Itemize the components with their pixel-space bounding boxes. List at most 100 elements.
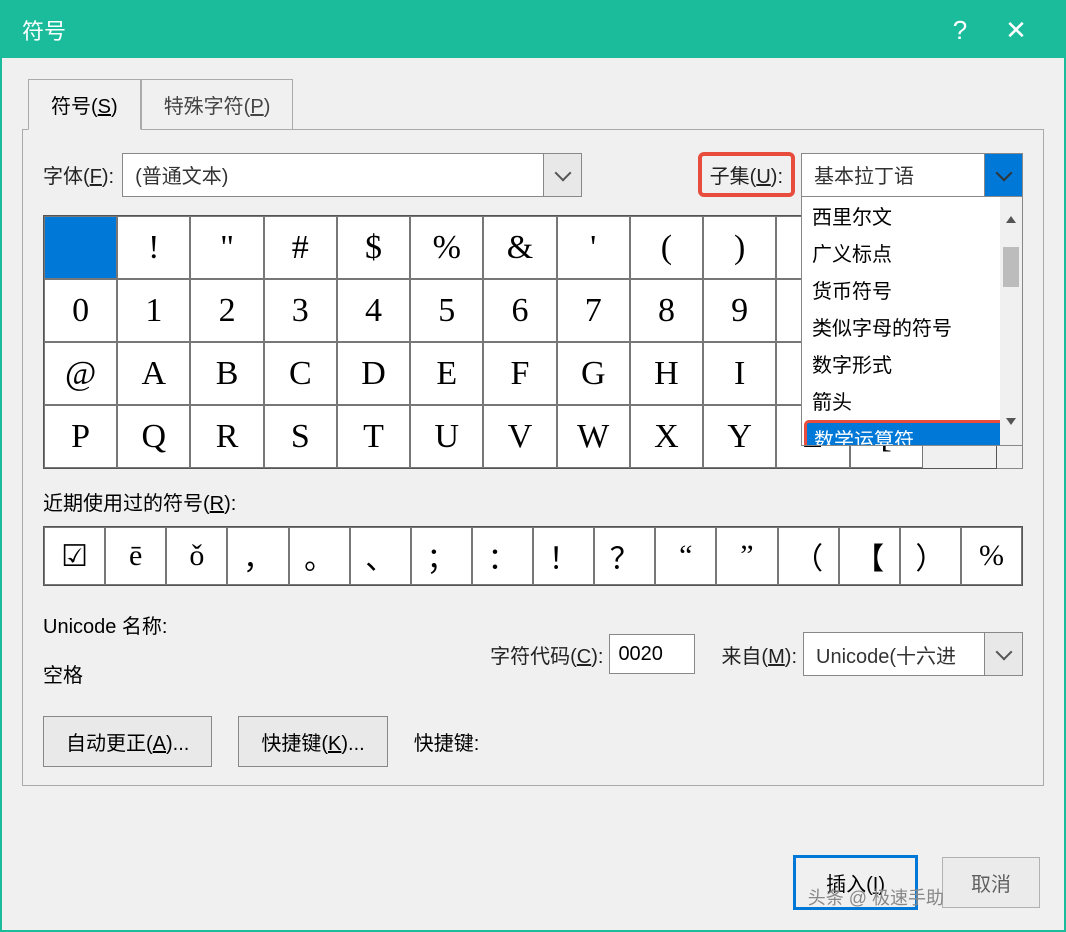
recent-symbol-cell[interactable]: ； [411, 527, 472, 585]
symbol-cell[interactable]: R [190, 405, 263, 468]
symbol-cell[interactable]: P [44, 405, 117, 468]
tab-special-chars[interactable]: 特殊字符(P) [141, 79, 294, 130]
insert-button[interactable]: 插入(I) [793, 855, 918, 910]
symbol-cell[interactable] [44, 216, 117, 279]
dropdown-item[interactable]: 广义标点 [802, 234, 1022, 271]
dropdown-item[interactable]: 西里尔文 [802, 197, 1022, 234]
symbol-cell[interactable]: ( [630, 216, 703, 279]
close-button[interactable]: ✕ [988, 15, 1044, 46]
symbol-cell[interactable]: I [703, 342, 776, 405]
symbol-cell[interactable]: & [483, 216, 556, 279]
window-title: 符号 [22, 14, 932, 46]
scroll-track[interactable] [1000, 219, 1022, 423]
symbol-cell[interactable]: Q [117, 405, 190, 468]
subset-label: 子集(U): [698, 152, 795, 197]
font-label: 字体(F): [43, 160, 114, 189]
scroll-thumb[interactable] [1003, 247, 1019, 287]
symbol-cell[interactable]: W [557, 405, 630, 468]
symbol-cell[interactable]: 6 [483, 279, 556, 342]
recent-symbol-cell[interactable]: 、 [350, 527, 411, 585]
symbol-cell[interactable]: Y [703, 405, 776, 468]
recent-symbol-cell[interactable]: ） [900, 527, 961, 585]
tab-panel: 字体(F): (普通文本) 子集(U): 基本拉丁语 西里尔文广义标点货币符号类… [22, 129, 1044, 786]
symbol-cell[interactable]: G [557, 342, 630, 405]
recent-symbol-cell[interactable]: ！ [533, 527, 594, 585]
chevron-down-icon[interactable] [543, 154, 581, 196]
unicode-name-value: 空格 [43, 659, 168, 688]
from-label: 来自(M): [721, 640, 797, 669]
font-combo-value: (普通文本) [123, 160, 543, 189]
symbol-cell[interactable]: V [483, 405, 556, 468]
symbol-cell[interactable]: 9 [703, 279, 776, 342]
tab-strip: 符号(S) 特殊字符(P) [28, 78, 1044, 129]
recent-symbol-cell[interactable]: （ [778, 527, 839, 585]
symbol-cell[interactable]: F [483, 342, 556, 405]
recent-symbol-cell[interactable]: 。 [289, 527, 350, 585]
chevron-down-icon[interactable] [984, 633, 1022, 675]
subset-dropdown: 西里尔文广义标点货币符号类似字母的符号数字形式箭头数学运算符⌄ [801, 196, 1023, 446]
symbol-cell[interactable]: ) [703, 216, 776, 279]
from-combo-value: Unicode(十六进 [804, 640, 984, 669]
recent-symbol-cell[interactable]: ǒ [166, 527, 227, 585]
tab-symbols[interactable]: 符号(S) [28, 79, 141, 130]
symbol-cell[interactable]: 5 [410, 279, 483, 342]
recent-symbol-cell[interactable]: ？ [594, 527, 655, 585]
recent-symbol-cell[interactable]: ☑ [44, 527, 105, 585]
dropdown-item[interactable]: 数学运算符⌄ [804, 420, 1020, 445]
dropdown-scrollbar[interactable] [1000, 197, 1022, 445]
recent-label: 近期使用过的符号(R): [43, 487, 1023, 516]
chevron-down-icon[interactable] [984, 154, 1022, 196]
font-combobox[interactable]: (普通文本) [122, 153, 582, 197]
titlebar: 符号 ? ✕ [2, 2, 1064, 58]
symbol-cell[interactable]: E [410, 342, 483, 405]
symbol-cell[interactable]: 7 [557, 279, 630, 342]
symbol-cell[interactable]: 3 [264, 279, 337, 342]
symbol-cell[interactable]: 2 [190, 279, 263, 342]
dropdown-item[interactable]: 数字形式 [802, 345, 1022, 382]
symbol-cell[interactable]: S [264, 405, 337, 468]
symbol-cell[interactable]: A [117, 342, 190, 405]
subset-combobox[interactable]: 基本拉丁语 [801, 153, 1023, 197]
recent-symbol-cell[interactable]: ， [227, 527, 288, 585]
recent-symbol-cell[interactable]: “ [655, 527, 716, 585]
shortcut-key-button[interactable]: 快捷键(K)... [238, 716, 387, 767]
symbol-cell[interactable]: 8 [630, 279, 703, 342]
symbol-cell[interactable]: T [337, 405, 410, 468]
symbol-cell[interactable]: X [630, 405, 703, 468]
autocorrect-button[interactable]: 自动更正(A)... [43, 716, 212, 767]
scroll-down-icon[interactable] [1000, 423, 1022, 445]
symbol-cell[interactable]: @ [44, 342, 117, 405]
recent-symbol-cell[interactable]: ” [716, 527, 777, 585]
dropdown-item[interactable]: 箭头 [802, 382, 1022, 419]
symbol-cell[interactable]: C [264, 342, 337, 405]
symbol-cell[interactable]: ! [117, 216, 190, 279]
symbol-cell[interactable]: B [190, 342, 263, 405]
symbol-cell[interactable]: 4 [337, 279, 410, 342]
symbol-cell[interactable]: H [630, 342, 703, 405]
subset-combo-value: 基本拉丁语 [802, 160, 984, 189]
scroll-up-icon[interactable] [1000, 197, 1022, 219]
recent-symbol-cell[interactable]: 【 [839, 527, 900, 585]
unicode-name-label: Unicode 名称: [43, 610, 168, 639]
dropdown-item[interactable]: 类似字母的符号 [802, 308, 1022, 345]
symbol-cell[interactable]: % [410, 216, 483, 279]
char-code-label: 字符代码(C): [490, 640, 603, 669]
symbol-dialog: 符号 ? ✕ 符号(S) 特殊字符(P) 字体(F): (普通文本) 子集(U)… [0, 0, 1066, 932]
dropdown-item[interactable]: 货币符号 [802, 271, 1022, 308]
symbol-cell[interactable]: $ [337, 216, 410, 279]
recent-symbol-cell[interactable]: ē [105, 527, 166, 585]
symbol-cell[interactable]: 1 [117, 279, 190, 342]
from-combobox[interactable]: Unicode(十六进 [803, 632, 1023, 676]
recent-symbol-cell[interactable]: ： [472, 527, 533, 585]
symbol-cell[interactable]: # [264, 216, 337, 279]
symbol-cell[interactable]: 0 [44, 279, 117, 342]
symbol-cell[interactable]: D [337, 342, 410, 405]
symbol-cell[interactable]: ' [557, 216, 630, 279]
recent-symbol-cell[interactable]: % [961, 527, 1022, 585]
char-code-input[interactable] [609, 634, 695, 674]
recent-symbols-grid: ☑ēǒ，。、；：！？“”（【）% [43, 526, 1023, 586]
help-button[interactable]: ? [932, 15, 988, 46]
symbol-cell[interactable]: U [410, 405, 483, 468]
symbol-cell[interactable]: " [190, 216, 263, 279]
cancel-button[interactable]: 取消 [942, 857, 1040, 908]
